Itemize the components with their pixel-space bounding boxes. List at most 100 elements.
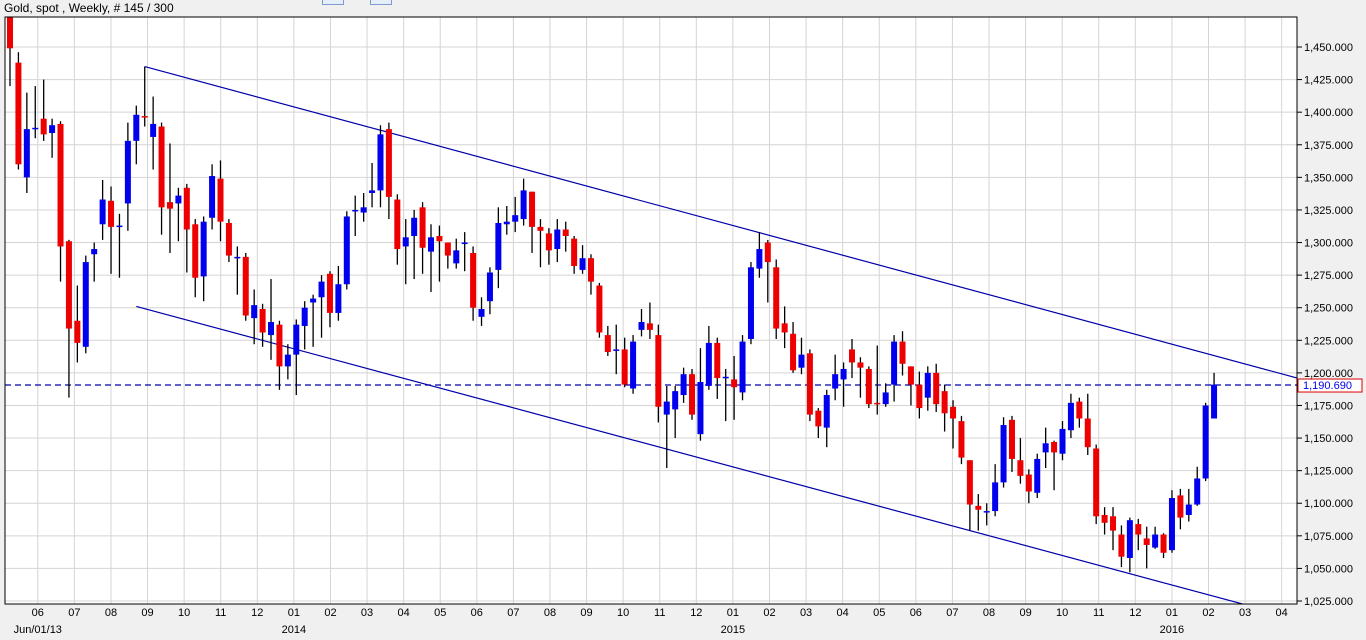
candle-down bbox=[646, 323, 653, 330]
candle-down bbox=[865, 368, 872, 405]
candle-down bbox=[108, 200, 115, 227]
candle-up bbox=[1152, 534, 1159, 548]
candle-up bbox=[200, 221, 207, 277]
x-tick-label: 07 bbox=[946, 607, 958, 619]
candle-up bbox=[832, 374, 839, 389]
candle-down bbox=[966, 460, 973, 505]
candle-down bbox=[217, 178, 224, 222]
candle-up bbox=[461, 242, 468, 245]
x-tick-label: 09 bbox=[1019, 607, 1031, 619]
y-tick-label: 1,325.000 bbox=[1304, 205, 1353, 217]
year-label: 2016 bbox=[1160, 624, 1184, 636]
x-tick-label: 09 bbox=[580, 607, 592, 619]
candle-up bbox=[1059, 428, 1066, 454]
candle-up bbox=[116, 225, 123, 228]
y-tick-label: 1,100.000 bbox=[1304, 498, 1353, 510]
x-tick-label: 03 bbox=[1239, 607, 1251, 619]
x-tick-label: 06 bbox=[32, 607, 44, 619]
x-tick-label: 05 bbox=[434, 607, 446, 619]
candle-up bbox=[428, 237, 434, 252]
candle-down bbox=[849, 349, 855, 363]
x-tick-label: 03 bbox=[800, 607, 812, 619]
candle-up bbox=[133, 114, 140, 141]
candle-up bbox=[99, 199, 106, 225]
y-tick-label: 1,075.000 bbox=[1304, 531, 1353, 543]
candle-down bbox=[326, 273, 333, 313]
candle-down bbox=[158, 126, 165, 208]
candle-down bbox=[15, 62, 22, 165]
x-tick-label: 08 bbox=[983, 607, 995, 619]
candle-down bbox=[899, 341, 906, 364]
candle-down bbox=[1160, 534, 1167, 553]
candle-up bbox=[1000, 425, 1007, 483]
x-tick-label: 04 bbox=[837, 607, 849, 619]
candle-down bbox=[958, 421, 965, 458]
candle-down bbox=[731, 379, 738, 388]
y-tick-label: 1,400.000 bbox=[1304, 107, 1353, 119]
candle-down bbox=[141, 116, 148, 118]
x-tick-label: 06 bbox=[910, 607, 922, 619]
y-tick-label: 1,450.000 bbox=[1304, 42, 1353, 54]
candle-down bbox=[166, 202, 173, 209]
candle-down bbox=[874, 402, 881, 405]
candle-down bbox=[192, 224, 199, 278]
candle-down bbox=[604, 335, 611, 353]
x-tick-label: 01 bbox=[727, 607, 739, 619]
candle-up bbox=[798, 354, 805, 368]
candle-down bbox=[907, 366, 914, 385]
x-tick-label: 11 bbox=[654, 607, 665, 619]
candlestick-chart[interactable]: 1,025.000 1,050.000 1,075.000 1,100.000 1,12… bbox=[0, 0, 1366, 640]
candle-up bbox=[486, 272, 493, 302]
candle-up bbox=[554, 229, 561, 250]
candle-up bbox=[840, 368, 847, 380]
candle-up bbox=[175, 195, 182, 204]
x-tick-label: 01 bbox=[1166, 607, 1178, 619]
candle-down bbox=[621, 349, 628, 385]
candle-up bbox=[992, 482, 999, 512]
candle-up bbox=[705, 342, 712, 386]
candle-down bbox=[1110, 516, 1117, 531]
candle-up bbox=[453, 250, 460, 264]
x-tick-label: 10 bbox=[617, 607, 629, 619]
x-tick-label: 10 bbox=[178, 607, 190, 619]
x-tick-label: 07 bbox=[507, 607, 519, 619]
year-label: 2014 bbox=[282, 624, 306, 636]
candle-down bbox=[655, 335, 662, 407]
y-tick-label: 1,425.000 bbox=[1304, 75, 1353, 87]
year-label: Jun/01/13 bbox=[14, 624, 62, 636]
candle-up bbox=[722, 376, 729, 379]
x-tick-label: 12 bbox=[690, 607, 702, 619]
x-tick-label: 07 bbox=[68, 607, 80, 619]
y-tick-label: 1,275.000 bbox=[1304, 270, 1353, 282]
candle-up bbox=[1194, 478, 1201, 505]
year-label: 2015 bbox=[721, 624, 745, 636]
candle-up bbox=[251, 305, 258, 319]
candle-down bbox=[537, 226, 544, 231]
candle-up bbox=[49, 125, 56, 134]
candle-down bbox=[385, 129, 392, 197]
candle-up bbox=[663, 401, 670, 415]
candle-down bbox=[74, 320, 81, 343]
candle-up bbox=[512, 215, 519, 222]
candle-down bbox=[436, 236, 443, 242]
candle-up bbox=[747, 267, 754, 339]
candle-down bbox=[1076, 401, 1083, 419]
candle-up bbox=[924, 372, 931, 398]
y-tick-label: 1,225.000 bbox=[1304, 335, 1353, 347]
candle-up bbox=[310, 298, 317, 303]
candle-down bbox=[242, 256, 249, 316]
candle-down bbox=[941, 391, 948, 414]
candle-up bbox=[318, 281, 325, 298]
y-tick-label: 1,125.000 bbox=[1304, 466, 1353, 478]
candle-down bbox=[714, 342, 721, 379]
y-tick-label: 1,050.000 bbox=[1304, 563, 1353, 575]
candle-down bbox=[225, 222, 232, 256]
candle-up bbox=[150, 123, 157, 137]
candle-up bbox=[411, 217, 418, 237]
candle-down bbox=[562, 229, 569, 237]
candle-down bbox=[7, 17, 13, 49]
candle-up bbox=[638, 322, 645, 330]
candle-down bbox=[790, 333, 797, 371]
candle-up bbox=[402, 237, 409, 247]
candle-up bbox=[613, 349, 620, 351]
